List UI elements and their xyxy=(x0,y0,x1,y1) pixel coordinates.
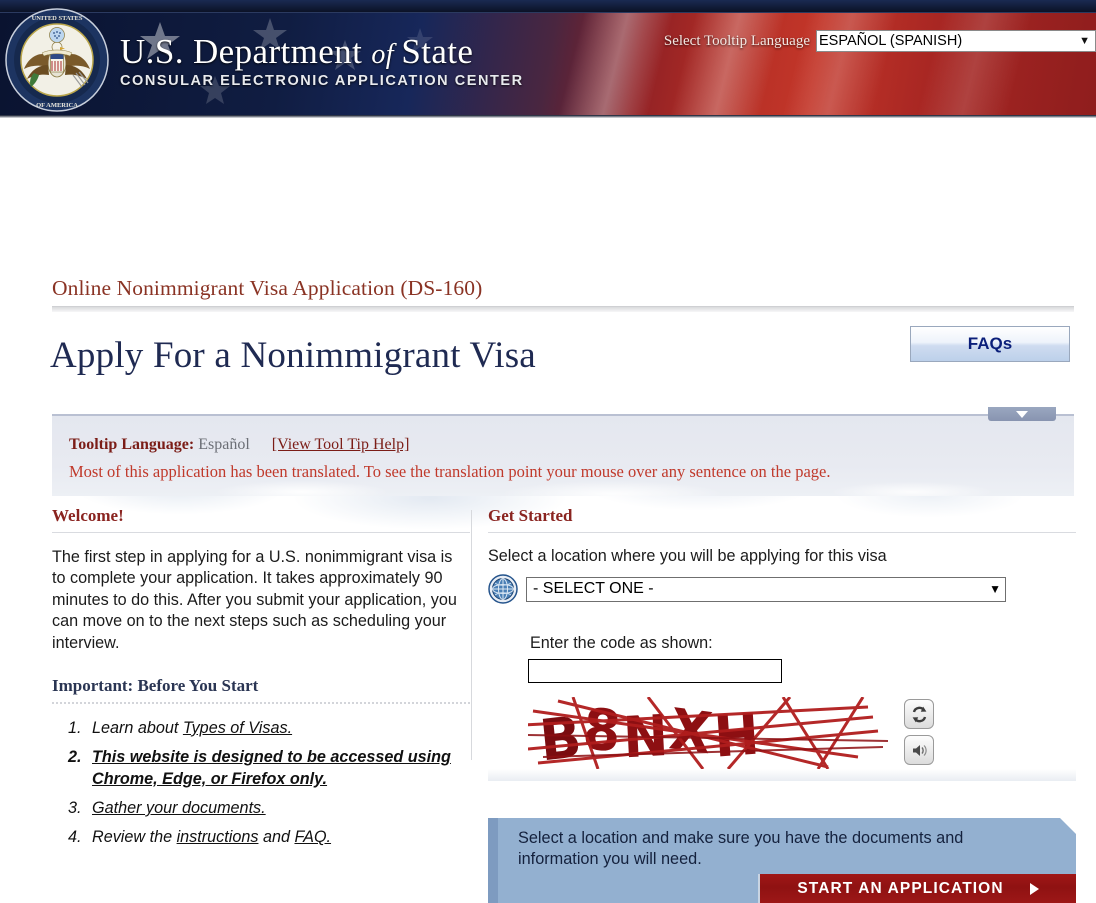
browser-requirement-text: This website is designed to be accessed … xyxy=(92,748,451,788)
tooltip-notice-panel: Tooltip Language: Español [View Tool Tip… xyxy=(52,407,1074,496)
captcha-refresh-button[interactable] xyxy=(904,699,934,729)
instructions-link[interactable]: instructions xyxy=(177,828,259,846)
location-select[interactable]: - SELECT ONE - ▼ xyxy=(526,576,1006,602)
welcome-column: Welcome! The first step in applying for … xyxy=(52,506,470,857)
chevron-down-icon: ▼ xyxy=(989,582,1001,596)
tooltip-language-selector-group: Select Tooltip Language ESPAÑOL (SPANISH… xyxy=(664,30,1096,52)
gather-your-documents-link[interactable]: Gather your documents. xyxy=(92,799,266,817)
header-title: U.S. Department of State xyxy=(120,34,524,69)
globe-icon[interactable] xyxy=(488,574,518,604)
tooltip-language-selected-value: ESPAÑOL (SPANISH) xyxy=(819,33,963,49)
types-of-visas-link[interactable]: Types of Visas. xyxy=(183,719,292,737)
header-title-part-of: of xyxy=(371,39,402,70)
column-divider xyxy=(471,510,472,760)
site-header: UNITED STATES OF AMERICA U.S. Department… xyxy=(0,0,1096,118)
before-you-start-list: Learn about Types of Visas. This website… xyxy=(52,718,470,849)
location-select-value: - SELECT ONE - xyxy=(533,580,654,597)
header-title-part-us: U.S. xyxy=(120,32,193,71)
get-started-column: Get Started Select a location where you … xyxy=(488,506,1076,781)
tooltip-language-select[interactable]: ESPAÑOL (SPANISH) ▼ xyxy=(816,30,1096,52)
captcha-section-underline xyxy=(488,769,1076,781)
list-item: Gather your documents. xyxy=(86,798,470,819)
list-item-1-prefix: Learn about xyxy=(92,718,183,737)
dept-of-state-seal-icon: UNITED STATES OF AMERICA xyxy=(5,8,109,112)
important-heading-rule xyxy=(52,701,470,704)
header-title-part-department: Department xyxy=(193,32,372,71)
tooltip-panel-collapse-toggle[interactable] xyxy=(988,407,1056,421)
captcha-noise-lines xyxy=(528,697,889,769)
get-started-heading-rule xyxy=(488,532,1076,533)
list-item-4-prefix: Review the xyxy=(92,828,177,847)
captcha-controls xyxy=(904,699,934,765)
page-title: Apply For a Nonimmigrant Visa xyxy=(50,335,536,376)
captcha-row: B8NXH xyxy=(528,697,1076,769)
tooltip-language-status: Tooltip Language: Español [View Tool Tip… xyxy=(69,436,409,454)
tooltip-language-status-value: Español xyxy=(198,436,250,453)
captcha-image: B8NXH xyxy=(528,697,898,769)
welcome-heading: Welcome! xyxy=(52,506,124,525)
list-item: Review the instructions and FAQ. xyxy=(86,827,470,848)
page-subtitle: Online Nonimmigrant Visa Application (DS… xyxy=(52,276,483,300)
faqs-button[interactable]: FAQs xyxy=(910,326,1070,362)
start-an-application-label: START AN APPLICATION xyxy=(797,879,1004,897)
chevron-down-icon: ▼ xyxy=(1079,35,1090,47)
get-started-heading: Get Started xyxy=(488,506,573,525)
important-heading: Important: Before You Start xyxy=(52,675,259,695)
captcha-audio-button[interactable] xyxy=(904,735,934,765)
captcha-code-label: Enter the code as shown: xyxy=(530,634,713,652)
arrow-right-icon xyxy=(1029,882,1039,895)
view-tool-tip-help-link[interactable]: [View Tool Tip Help] xyxy=(272,436,410,453)
tooltip-language-status-label: Tooltip Language: xyxy=(69,436,195,453)
list-item: Learn about Types of Visas. xyxy=(86,718,470,739)
header-subtitle: CONSULAR ELECTRONIC APPLICATION CENTER xyxy=(120,73,524,89)
view-tool-tip-help-link-text: [View Tool Tip Help] xyxy=(271,436,410,453)
start-application-panel: Select a location and make sure you have… xyxy=(488,818,1076,903)
start-panel-left-edge xyxy=(488,818,498,903)
page-content: Online Nonimmigrant Visa Application (DS… xyxy=(0,118,1096,903)
header-title-part-state: State xyxy=(401,32,474,71)
welcome-heading-rule xyxy=(52,532,470,533)
list-item[interactable]: This website is designed to be accessed … xyxy=(86,747,470,790)
header-bottom-divider xyxy=(0,115,1096,118)
location-field-label: Select a location where you will be appl… xyxy=(488,547,887,565)
header-top-strip xyxy=(0,0,1096,13)
start-panel-text: Select a location and make sure you have… xyxy=(518,829,964,869)
tooltip-translation-notice: Most of this application has been transl… xyxy=(69,462,831,481)
chevron-down-icon xyxy=(1016,410,1028,418)
svg-text:OF AMERICA: OF AMERICA xyxy=(36,102,78,109)
svg-text:UNITED STATES: UNITED STATES xyxy=(32,15,83,22)
location-field-row: - SELECT ONE - ▼ xyxy=(488,574,1076,604)
faq-link[interactable]: FAQ. xyxy=(294,828,331,846)
captcha-code-input[interactable] xyxy=(528,659,782,683)
refresh-icon xyxy=(912,706,926,722)
audio-speaker-icon xyxy=(912,744,927,756)
tooltip-language-label: Select Tooltip Language xyxy=(663,32,810,49)
list-item-4-mid: and xyxy=(258,828,295,847)
welcome-body-text: The first step in applying for a U.S. no… xyxy=(52,548,457,652)
subtitle-divider xyxy=(52,306,1074,312)
start-an-application-button[interactable]: START AN APPLICATION xyxy=(758,874,1076,903)
header-title-block: U.S. Department of State CONSULAR ELECTR… xyxy=(120,34,524,89)
